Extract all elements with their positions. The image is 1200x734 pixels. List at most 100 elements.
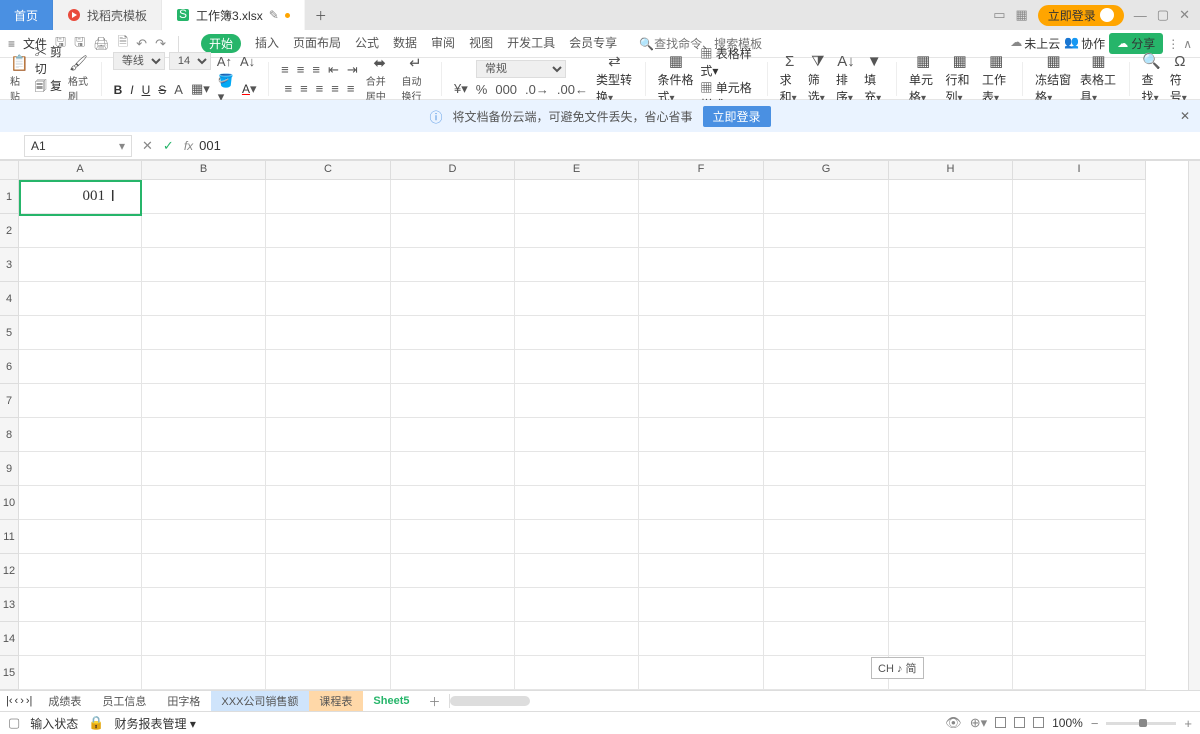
new-tab-button[interactable]: ＋ <box>305 7 337 24</box>
cell-I8[interactable] <box>1013 418 1146 452</box>
cell-D7[interactable] <box>391 384 515 418</box>
font-color-button[interactable]: A▾ <box>240 81 259 97</box>
cell-F4[interactable] <box>639 282 764 316</box>
cell-B3[interactable] <box>142 248 266 282</box>
font-size-select[interactable]: 14 <box>169 52 211 70</box>
cell-B1[interactable] <box>142 180 266 214</box>
cell-G9[interactable] <box>764 452 889 486</box>
sort-button[interactable]: A↓排序▾ <box>834 53 858 105</box>
cell-D6[interactable] <box>391 350 515 384</box>
cell-B6[interactable] <box>142 350 266 384</box>
cell-I12[interactable] <box>1013 554 1146 588</box>
row-header-4[interactable]: 4 <box>0 282 19 316</box>
row-header-15[interactable]: 15 <box>0 656 19 690</box>
cell-I5[interactable] <box>1013 316 1146 350</box>
font-shrink-icon[interactable]: A↓ <box>238 54 257 69</box>
cell-button[interactable]: ▦单元格▾ <box>907 52 940 105</box>
cell-F13[interactable] <box>639 588 764 622</box>
cell-C6[interactable] <box>266 350 391 384</box>
cell-A1[interactable]: 001I <box>19 180 142 214</box>
bold-button[interactable]: B <box>112 82 125 97</box>
sheet-prev-icon[interactable]: ‹ <box>15 695 19 707</box>
row-header-11[interactable]: 11 <box>0 520 19 554</box>
cell-D3[interactable] <box>391 248 515 282</box>
cell-H10[interactable] <box>889 486 1013 520</box>
nav-layout[interactable]: 页面布局 <box>293 34 341 53</box>
cell-B2[interactable] <box>142 214 266 248</box>
cell-A13[interactable] <box>19 588 142 622</box>
cell-G12[interactable] <box>764 554 889 588</box>
cell-A14[interactable] <box>19 622 142 656</box>
format-painter-button[interactable]: 🖌格式刷 <box>66 54 91 103</box>
indent-inc-icon[interactable]: ⇥ <box>345 62 360 78</box>
sum-button[interactable]: Σ求和▾ <box>778 53 802 105</box>
cut-button[interactable]: ✂ 剪切 <box>35 43 62 77</box>
cell-B10[interactable] <box>142 486 266 520</box>
close-icon[interactable]: ✕ <box>1179 7 1190 23</box>
col-header-F[interactable]: F <box>639 161 764 180</box>
cell-I10[interactable] <box>1013 486 1146 520</box>
cell-I7[interactable] <box>1013 384 1146 418</box>
cell-C1[interactable] <box>266 180 391 214</box>
row-header-8[interactable]: 8 <box>0 418 19 452</box>
cell-D9[interactable] <box>391 452 515 486</box>
cell-B15[interactable] <box>142 656 266 690</box>
cell-C3[interactable] <box>266 248 391 282</box>
menu-icon[interactable]: ≡ <box>8 37 15 51</box>
cooperate-button[interactable]: 👥 协作 <box>1064 35 1105 52</box>
row-header-12[interactable]: 12 <box>0 554 19 588</box>
cell-F14[interactable] <box>639 622 764 656</box>
cell-H1[interactable] <box>889 180 1013 214</box>
cell-D15[interactable] <box>391 656 515 690</box>
border-button[interactable]: ▦▾ <box>189 81 212 97</box>
name-box[interactable]: A1▾ <box>24 135 132 157</box>
cell-B11[interactable] <box>142 520 266 554</box>
cell-A6[interactable] <box>19 350 142 384</box>
justify-icon[interactable]: ≡ <box>329 81 341 96</box>
cell-E2[interactable] <box>515 214 639 248</box>
decimal-dec-icon[interactable]: .00← <box>555 82 590 97</box>
cell-H4[interactable] <box>889 282 1013 316</box>
sheet-tab-3[interactable]: 田字格 <box>157 691 211 711</box>
record-icon[interactable]: ▢ <box>8 715 20 731</box>
align-middle-icon[interactable]: ≡ <box>295 62 307 77</box>
report-manage[interactable]: 财务报表管理 ▾ <box>115 715 196 732</box>
cell-C8[interactable] <box>266 418 391 452</box>
cell-B9[interactable] <box>142 452 266 486</box>
row-header-5[interactable]: 5 <box>0 316 19 350</box>
save-as-icon[interactable]: 🖫 <box>74 33 85 55</box>
view-break-icon[interactable] <box>1033 716 1044 731</box>
cell-D11[interactable] <box>391 520 515 554</box>
chevron-down-icon[interactable]: ▾ <box>119 139 125 153</box>
cell-E14[interactable] <box>515 622 639 656</box>
fx-icon[interactable]: fx <box>184 139 193 153</box>
number-format-select[interactable]: 常规 <box>476 60 566 78</box>
cancel-icon[interactable]: ✕ <box>142 138 153 154</box>
font-name-select[interactable]: 等线 <box>113 52 165 70</box>
sheet-tab-2[interactable]: 员工信息 <box>92 691 157 711</box>
cell-H2[interactable] <box>889 214 1013 248</box>
cell-E1[interactable] <box>515 180 639 214</box>
more-icon[interactable]: ⋮ <box>1167 37 1179 51</box>
col-header-B[interactable]: B <box>142 161 266 180</box>
cell-I9[interactable] <box>1013 452 1146 486</box>
cell-C10[interactable] <box>266 486 391 520</box>
cell-D4[interactable] <box>391 282 515 316</box>
underline-button[interactable]: U <box>140 82 153 97</box>
cell-E5[interactable] <box>515 316 639 350</box>
cell-D13[interactable] <box>391 588 515 622</box>
col-header-H[interactable]: H <box>889 161 1013 180</box>
add-sheet-button[interactable]: ＋ <box>421 693 449 710</box>
cell-B7[interactable] <box>142 384 266 418</box>
symbol-button[interactable]: Ω符号▾ <box>1168 53 1192 105</box>
indent-dec-icon[interactable]: ⇤ <box>326 62 341 78</box>
cell-E3[interactable] <box>515 248 639 282</box>
cell-E4[interactable] <box>515 282 639 316</box>
cell-G1[interactable] <box>764 180 889 214</box>
cell-I1[interactable] <box>1013 180 1146 214</box>
cell-G2[interactable] <box>764 214 889 248</box>
cell-G10[interactable] <box>764 486 889 520</box>
cell-D12[interactable] <box>391 554 515 588</box>
nav-insert[interactable]: 插入 <box>255 34 279 53</box>
cell-H6[interactable] <box>889 350 1013 384</box>
